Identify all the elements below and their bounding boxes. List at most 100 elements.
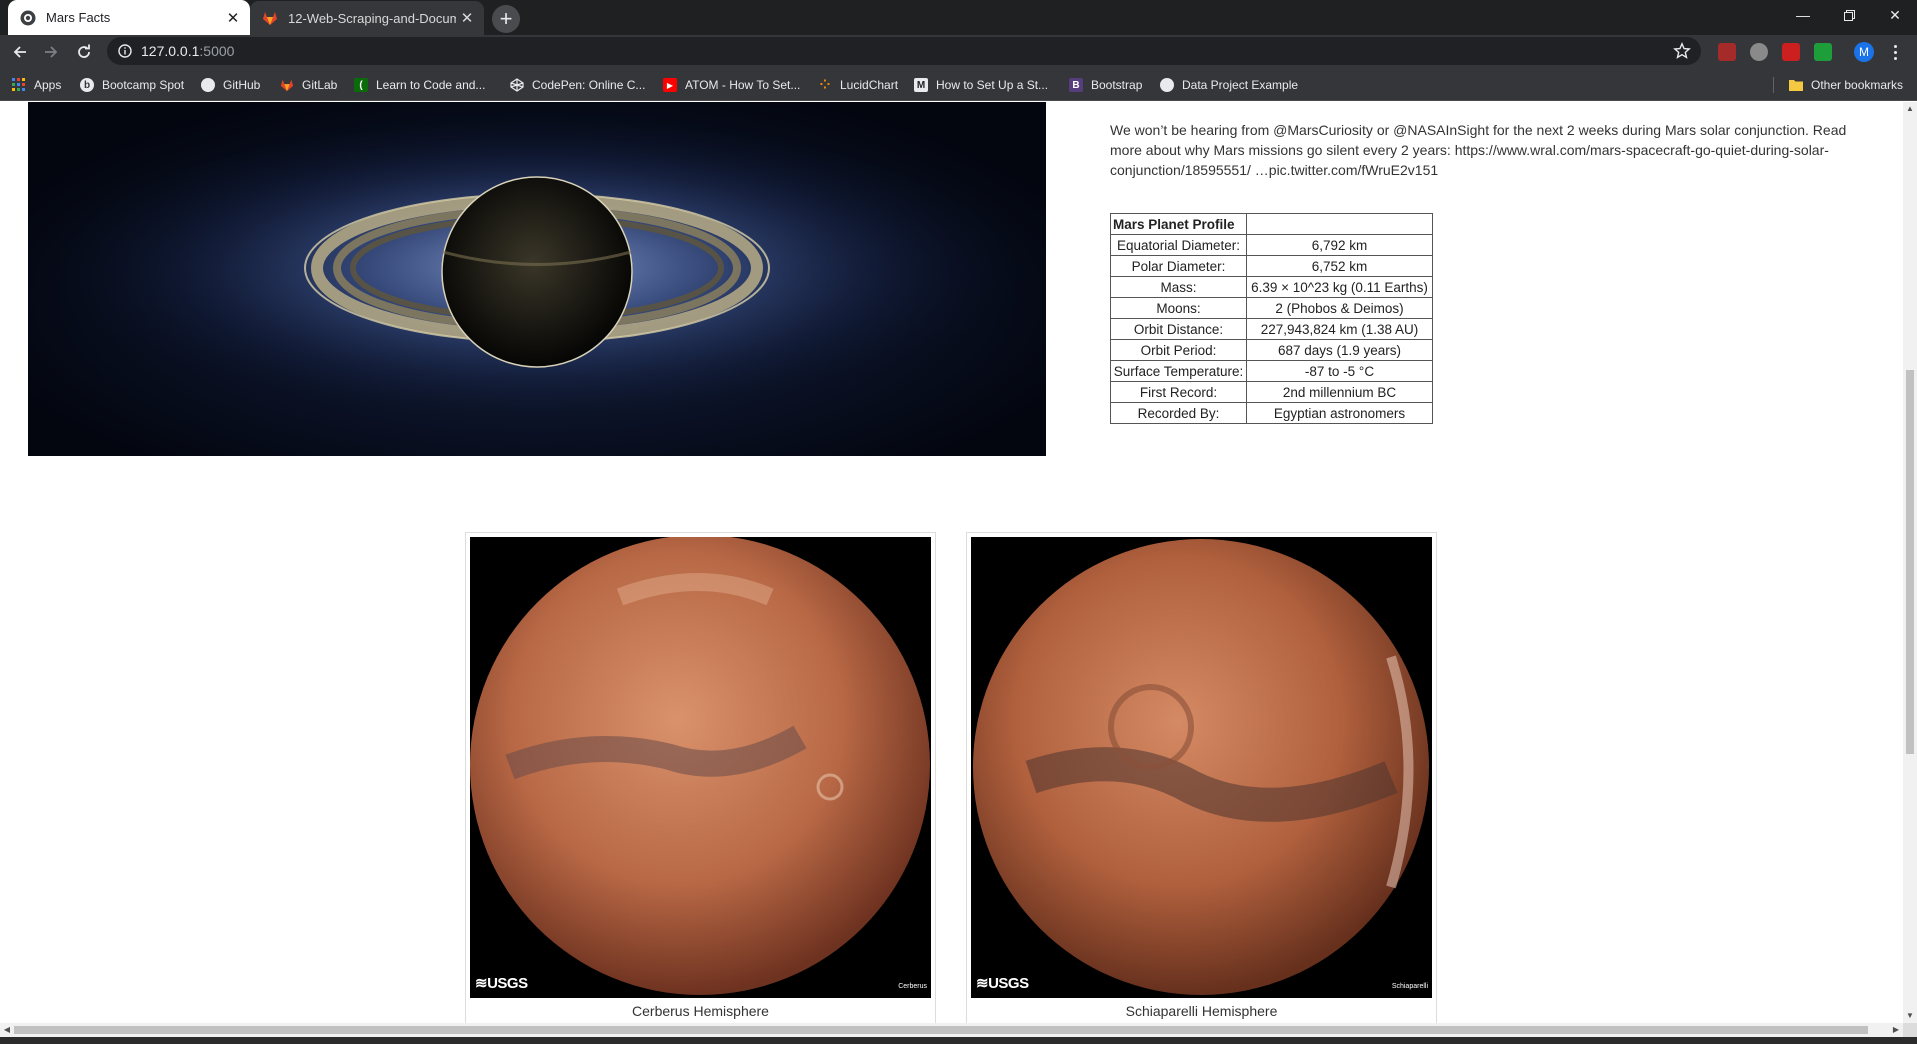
horizontal-scroll-thumb[interactable] (14, 1026, 1868, 1034)
bootstrap-icon: B (1069, 78, 1083, 92)
bookmark-label: Learn to Code and... (376, 78, 486, 92)
scroll-left-icon[interactable]: ◀ (2, 1025, 12, 1035)
table-row: Orbit Distance: 227,943,824 km (1.38 AU) (1110, 318, 1433, 340)
lastpass-extension-icon[interactable] (1782, 43, 1800, 61)
lucidchart-icon: ⁘ (819, 77, 831, 92)
vertical-scrollbar[interactable]: ▲ ▼ (1903, 102, 1917, 1023)
bookmarks-divider (1773, 77, 1774, 93)
fact-label: First Record: (1110, 381, 1247, 403)
codepen-icon (510, 78, 524, 92)
bookmark-label: Data Project Example (1182, 78, 1299, 92)
schiaparelli-hemisphere-image[interactable]: ≋USGS Schiaparelli (971, 537, 1432, 998)
table-header: Mars Planet Profile (1110, 213, 1247, 235)
table-row: Polar Diameter: 6,752 km (1110, 255, 1433, 277)
minimize-icon[interactable]: — (1780, 0, 1826, 30)
tab-close-icon[interactable]: ✕ (222, 7, 244, 29)
bookmark-lucidchart[interactable]: ⁘ LucidChart (818, 75, 898, 95)
bookmark-bootstrap[interactable]: B Bootstrap (1069, 75, 1142, 95)
table-row: Recorded By: Egyptian astronomers (1110, 402, 1433, 424)
table-row: Moons: 2 (Phobos & Deimos) (1110, 297, 1433, 319)
usgs-logo: ≋USGS (976, 975, 1029, 992)
bookmark-gitlab[interactable]: GitLab (280, 75, 337, 95)
bottom-edge (0, 1037, 1917, 1044)
fact-value: -87 to -5 °C (1246, 360, 1433, 382)
featured-image (28, 102, 1046, 456)
browser-toolbar: 127.0.0.1:5000 M (0, 35, 1917, 68)
bookmark-how-to-set-up[interactable]: M How to Set Up a St... (914, 75, 1048, 95)
fact-value: Egyptian astronomers (1246, 402, 1433, 424)
table-header-empty (1246, 213, 1433, 235)
table-row: Orbit Period: 687 days (1.9 years) (1110, 339, 1433, 361)
menu-kebab-icon[interactable] (1887, 43, 1903, 61)
fact-label: Mass: (1110, 276, 1247, 298)
bookmark-github[interactable]: GitHub (201, 75, 260, 95)
bookmark-label: Apps (34, 78, 62, 92)
usgs-logo: ≋USGS (475, 975, 528, 992)
hemisphere-caption: Schiaparelli Hemisphere (1125, 1003, 1278, 1019)
fact-label: Orbit Period: (1110, 339, 1247, 361)
tab-web-scraping[interactable]: 12-Web-Scraping-and-Documen ✕ (250, 1, 484, 35)
fact-value: 6,752 km (1246, 255, 1433, 277)
new-tab-button[interactable]: + (492, 5, 520, 33)
scrollbar-corner (1903, 1023, 1917, 1037)
github-icon (1160, 78, 1174, 92)
freecodecamp-icon: ( (354, 78, 368, 92)
back-icon[interactable] (6, 38, 34, 66)
fact-value: 2 (Phobos & Deimos) (1246, 297, 1433, 319)
cloud-extension-icon[interactable] (1750, 43, 1768, 61)
bookmark-apps[interactable]: Apps (12, 75, 61, 95)
bookmark-learn-to-code[interactable]: ( Learn to Code and... (354, 75, 485, 95)
fact-label: Polar Diameter: (1110, 255, 1247, 277)
scroll-up-icon[interactable]: ▲ (1905, 104, 1915, 114)
pdf-extension-icon[interactable] (1718, 43, 1736, 61)
bookmark-codepen[interactable]: CodePen: Online C... (510, 75, 645, 95)
fact-label: Equatorial Diameter: (1110, 234, 1247, 256)
checkmark-extension-icon[interactable] (1814, 43, 1832, 61)
fact-label: Orbit Distance: (1110, 318, 1247, 340)
info-icon[interactable] (117, 43, 133, 59)
tab-title: 12-Web-Scraping-and-Documen (288, 10, 456, 26)
bookmark-label: LucidChart (840, 78, 899, 92)
bookmark-label: Bootstrap (1091, 78, 1143, 92)
hemisphere-caption: Cerberus Hemisphere (632, 1003, 769, 1019)
youtube-icon: ▶ (663, 78, 677, 92)
table-row: Surface Temperature: -87 to -5 °C (1110, 360, 1433, 382)
gitlab-icon (262, 10, 278, 26)
bookmark-bootcamp-spot[interactable]: b Bootcamp Spot (80, 75, 184, 95)
bookmark-other-bookmarks[interactable]: Other bookmarks (1789, 75, 1903, 95)
fact-label: Moons: (1110, 297, 1247, 319)
horizontal-scrollbar[interactable]: ◀ ▶ (0, 1023, 1903, 1037)
bookmark-label: CodePen: Online C... (532, 78, 646, 92)
fact-label: Surface Temperature: (1110, 360, 1247, 382)
fact-label: Recorded By: (1110, 402, 1247, 424)
medium-icon: M (914, 78, 928, 92)
address-bar[interactable]: 127.0.0.1:5000 (107, 37, 1701, 65)
hemisphere-card-schiaparelli[interactable]: ≋USGS Schiaparelli Schiaparelli Hemisphe… (966, 532, 1437, 1023)
reload-icon[interactable] (70, 38, 98, 66)
scroll-down-icon[interactable]: ▼ (1905, 1011, 1915, 1021)
bookmark-data-project-example[interactable]: Data Project Example (1160, 75, 1298, 95)
cerberus-hemisphere-image[interactable]: ≋USGS Cerberus (470, 537, 931, 998)
tab-mars-facts[interactable]: Mars Facts ✕ (8, 0, 250, 35)
restore-icon[interactable] (1826, 0, 1872, 30)
close-window-icon[interactable]: ✕ (1872, 0, 1917, 30)
bookmark-star-icon[interactable] (1673, 42, 1691, 60)
table-row: First Record: 2nd millennium BC (1110, 381, 1433, 403)
fact-value: 687 days (1.9 years) (1246, 339, 1433, 361)
bookmark-label: Bootcamp Spot (102, 78, 185, 92)
hemisphere-card-cerberus[interactable]: ≋USGS Cerberus Cerberus Hemisphere (465, 532, 936, 1023)
bookmark-label: ATOM - How To Set... (685, 78, 801, 92)
bootcamp-icon: b (80, 78, 94, 92)
bookmark-atom[interactable]: ▶ ATOM - How To Set... (663, 75, 800, 95)
forward-icon[interactable] (37, 38, 65, 66)
vertical-scroll-thumb[interactable] (1906, 370, 1914, 754)
fact-value: 2nd millennium BC (1246, 381, 1433, 403)
fact-value: 6,792 km (1246, 234, 1433, 256)
scroll-right-icon[interactable]: ▶ (1891, 1025, 1901, 1035)
profile-avatar[interactable]: M (1854, 42, 1874, 62)
tab-close-icon[interactable]: ✕ (456, 7, 478, 29)
bookmark-label: How to Set Up a St... (936, 78, 1049, 92)
table-row: Mass: 6.39 × 10^23 kg (0.11 Earths) (1110, 276, 1433, 298)
mars-weather-tweet: We won’t be hearing from @MarsCuriosity … (1110, 122, 1847, 178)
gitlab-icon (280, 78, 294, 92)
